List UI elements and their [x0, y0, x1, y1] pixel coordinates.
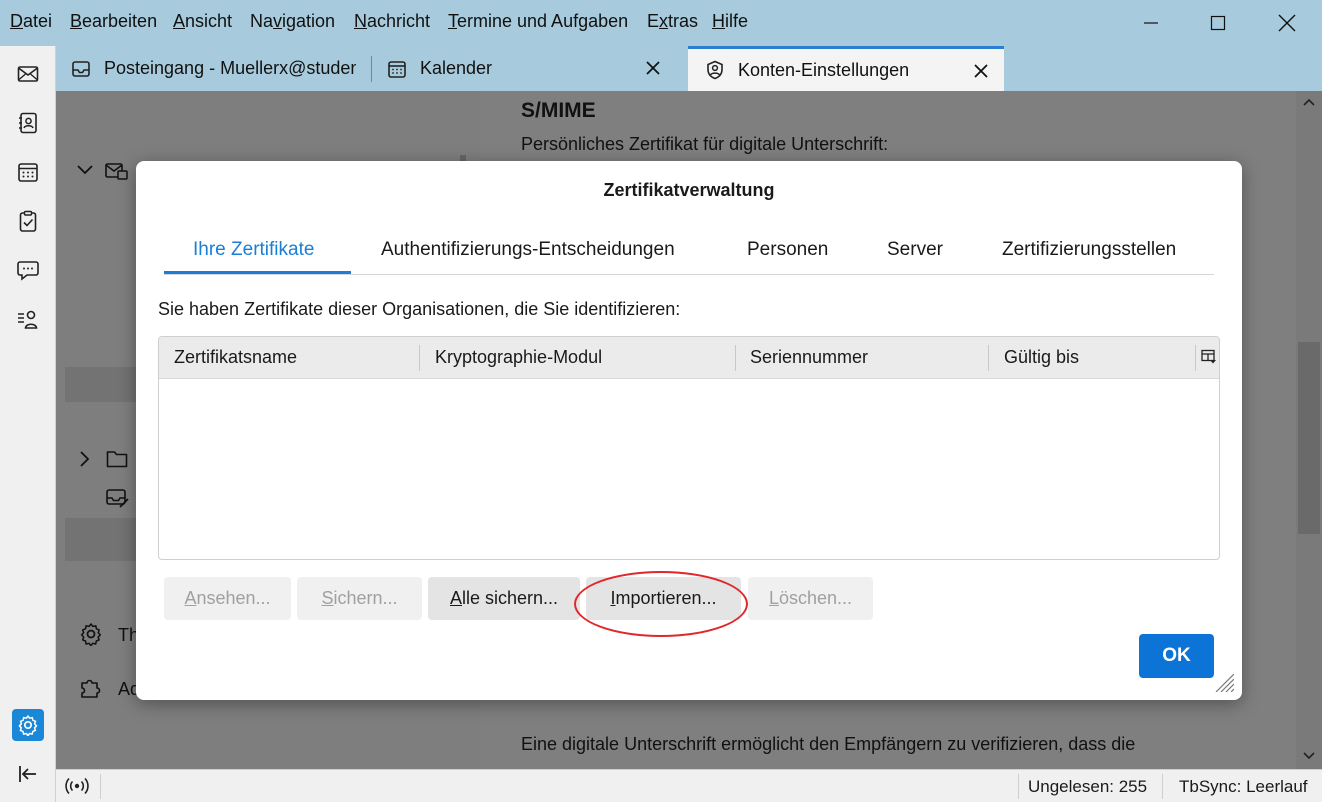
gear-icon — [80, 623, 102, 646]
ok-button[interactable]: OK — [1139, 634, 1214, 678]
chat-icon — [17, 261, 39, 281]
menu-hilfe[interactable]: Hilfe — [712, 11, 748, 32]
certificate-table[interactable]: Zertifikatsname Kryptographie-Modul Seri… — [158, 336, 1220, 560]
column-separator[interactable] — [419, 345, 420, 371]
column-picker-icon[interactable] — [1201, 349, 1217, 365]
column-separator[interactable] — [988, 345, 989, 371]
tab-servers[interactable]: Server — [887, 239, 943, 261]
status-separator — [1162, 774, 1163, 799]
smime-heading: S/MIME — [521, 99, 596, 122]
minimize-button[interactable] — [1131, 8, 1171, 38]
scroll-down-icon — [1303, 752, 1315, 760]
tasks-space-button[interactable] — [12, 205, 44, 237]
spaces-toolbar — [0, 46, 56, 802]
column-crypto-module[interactable]: Kryptographie-Modul — [435, 347, 602, 368]
puzzle-icon — [81, 679, 101, 698]
collapse-left-icon — [19, 766, 36, 782]
contacts-list-icon — [18, 310, 38, 329]
status-bar: Ungelesen: 255 TbSync: Leerlauf — [56, 769, 1322, 802]
tab-label: Konten-Einstellungen — [738, 59, 910, 80]
tab-label: Posteingang - Muellerx@studen — [104, 58, 356, 78]
contacts-list-space-button[interactable] — [12, 303, 44, 335]
local-folders-icon — [106, 489, 129, 508]
mail-account-icon — [105, 163, 128, 180]
backup-all-button[interactable]: Alle sichern... — [428, 577, 580, 620]
tasks-icon — [19, 210, 37, 232]
minimize-icon — [1144, 22, 1158, 24]
close-tab-icon[interactable] — [970, 60, 992, 82]
folder-icon — [106, 451, 128, 468]
online-status-icon[interactable] — [64, 776, 90, 796]
calendar-icon — [18, 163, 38, 182]
highlight-ellipse — [574, 571, 748, 637]
tab-separator — [371, 56, 372, 82]
tab-account-settings[interactable]: Konten-Einstellungen — [688, 46, 1004, 91]
maximize-icon — [1210, 15, 1226, 31]
intro-text: Sie haben Zertifikate dieser Organisatio… — [158, 299, 681, 319]
tab-authentication-decisions[interactable]: Authentifizierungs-Entscheidungen — [381, 239, 675, 261]
column-separator — [1195, 345, 1196, 371]
table-header: Zertifikatsname Kryptographie-Modul Seri… — [159, 337, 1219, 379]
column-separator[interactable] — [735, 345, 736, 371]
close-icon — [1278, 14, 1296, 32]
menu-nachricht[interactable]: Nachricht — [354, 11, 430, 32]
close-tab-icon[interactable] — [642, 57, 664, 79]
column-valid-until[interactable]: Gültig bis — [1004, 347, 1079, 368]
tab-calendar[interactable]: Kalender — [386, 46, 676, 91]
signature-description: Eine digitale Unterschrift ermöglicht de… — [521, 734, 1136, 754]
tab-authorities[interactable]: Zertifizierungsstellen — [1002, 239, 1176, 261]
tbsync-status[interactable]: TbSync: Leerlauf — [1179, 777, 1308, 797]
settings-space-button[interactable] — [12, 709, 44, 741]
menu-navigation[interactable]: Navigation — [250, 11, 335, 32]
status-separator — [100, 774, 101, 799]
menu-bar: Datei Bearbeiten Ansicht Navigation Nach… — [0, 0, 1322, 46]
collapse-spaces-button[interactable] — [12, 758, 44, 790]
calendar-space-button[interactable] — [12, 156, 44, 188]
gear-icon — [18, 715, 38, 736]
menu-datei[interactable]: Datei — [10, 11, 52, 32]
menu-bearbeiten[interactable]: Bearbeiten — [70, 11, 157, 32]
tab-people[interactable]: Personen — [747, 239, 828, 261]
mail-space-button[interactable] — [12, 58, 44, 90]
tab-strip: Posteingang - Muellerx@studen Kalender K… — [56, 46, 1322, 91]
address-book-icon — [19, 112, 37, 134]
menu-extras[interactable]: Extras — [647, 11, 698, 32]
maximize-button[interactable] — [1198, 8, 1238, 38]
menu-termine[interactable]: Termine und Aufgaben — [448, 11, 628, 32]
scroll-up-icon — [1303, 98, 1315, 106]
column-cert-name[interactable]: Zertifikatsname — [174, 347, 297, 368]
chevron-right-icon — [80, 451, 90, 467]
tab-your-certificates[interactable]: Ihre Zertifikate — [193, 239, 314, 261]
tab-inbox[interactable]: Posteingang - Muellerx@studen — [70, 46, 364, 91]
signing-cert-label: Persönliches Zertifikat für digitale Unt… — [521, 134, 889, 154]
tab-label: Kalender — [420, 58, 493, 78]
active-tab-indicator — [164, 271, 351, 274]
resize-grip-icon[interactable] — [1214, 672, 1234, 692]
menu-ansicht[interactable]: Ansicht — [173, 11, 232, 32]
close-window-button[interactable] — [1267, 8, 1307, 38]
inbox-icon — [70, 58, 92, 80]
account-settings-icon — [704, 59, 726, 81]
calendar-icon — [386, 58, 408, 80]
scrollbar-thumb[interactable] — [1298, 342, 1320, 534]
chat-space-button[interactable] — [12, 254, 44, 286]
addressbook-space-button[interactable] — [12, 107, 44, 139]
backup-button[interactable]: Sichern... — [297, 577, 422, 620]
mail-icon — [17, 66, 39, 82]
view-button[interactable]: Ansehen... — [164, 577, 291, 620]
unread-count: Ungelesen: 255 — [1028, 777, 1148, 796]
chevron-down-icon — [77, 165, 93, 175]
status-separator — [1018, 774, 1019, 799]
dialog-title: Zertifikatverwaltung — [603, 180, 775, 200]
column-serial-number[interactable]: Seriennummer — [750, 347, 868, 368]
delete-button[interactable]: Löschen... — [748, 577, 873, 620]
tab-divider — [164, 274, 1214, 275]
